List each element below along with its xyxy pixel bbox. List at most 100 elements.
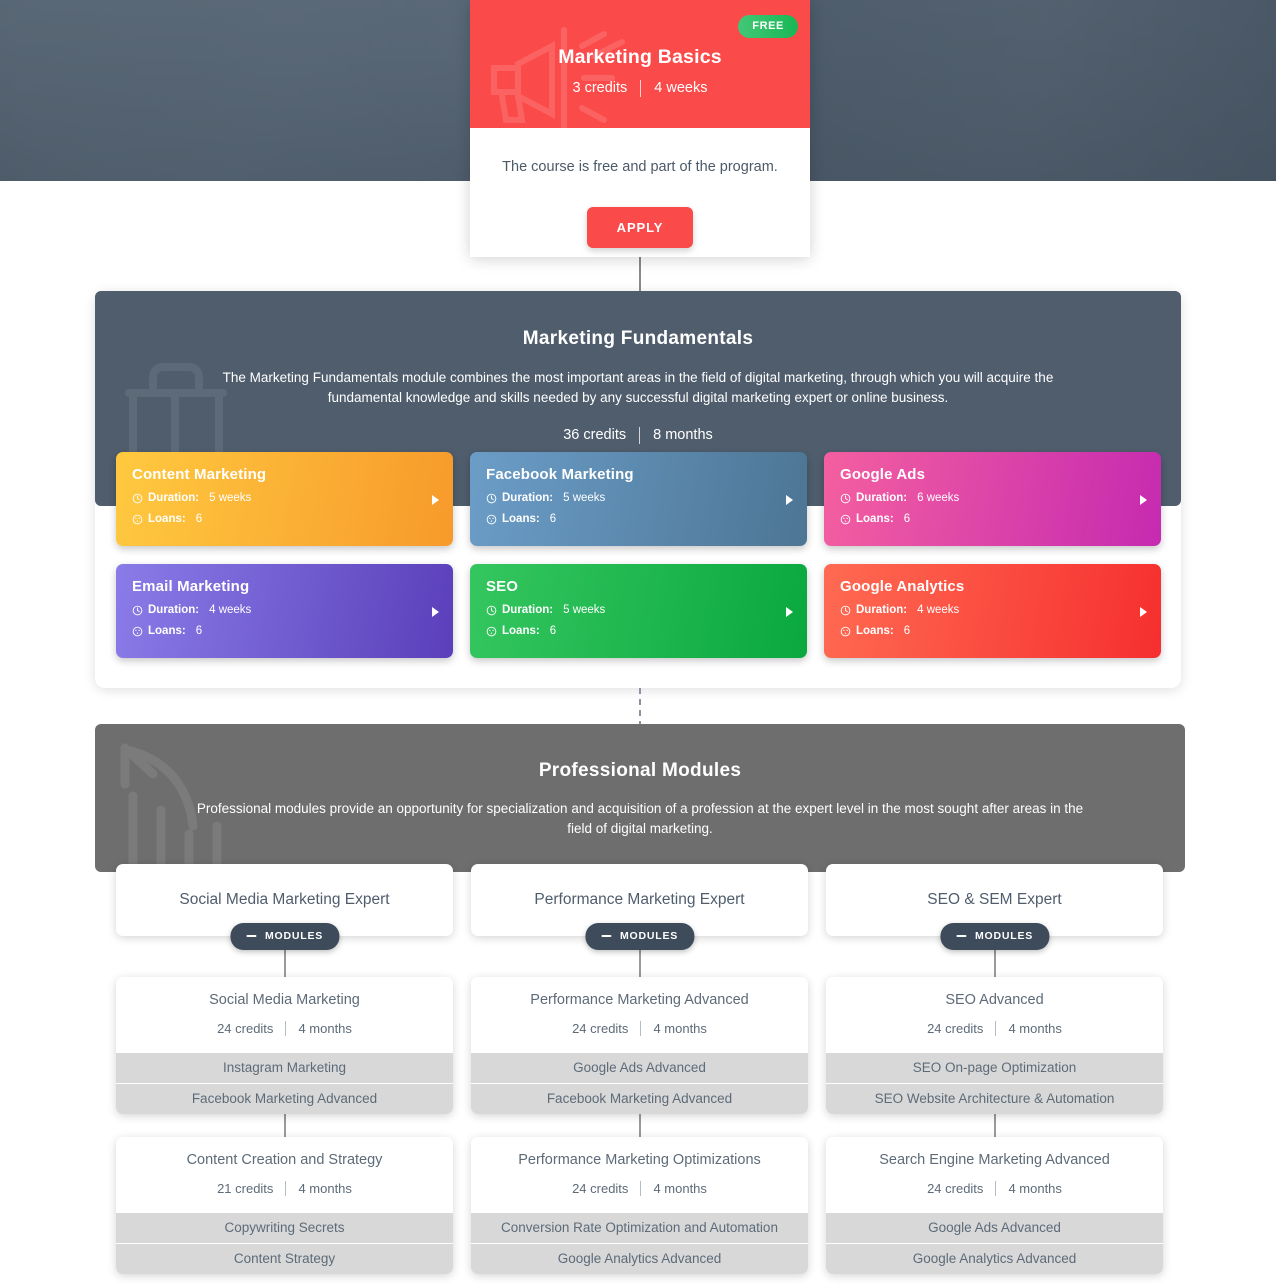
module-course-item[interactable]: Google Analytics Advanced [826, 1243, 1163, 1274]
modules-badge-label: MODULES [264, 930, 324, 942]
minus-icon [955, 935, 966, 937]
module-card-header[interactable]: SEO Advanced 24 credits 4 months [826, 977, 1163, 1052]
module-duration: 4 months [298, 1181, 352, 1196]
marketing-basics-card[interactable]: FREE Marketing Basics 3 credits 4 weeks … [470, 0, 810, 257]
module-card-header[interactable]: Performance Marketing Advanced 24 credit… [471, 977, 808, 1052]
meta-divider [995, 1021, 997, 1036]
module-course-item[interactable]: Google Ads Advanced [826, 1212, 1163, 1243]
course-card-body: The course is free and part of the progr… [470, 128, 810, 248]
module-course-item[interactable]: Content Strategy [116, 1243, 453, 1274]
module-duration: 4 months [653, 1181, 707, 1196]
fundamentals-description: The Marketing Fundamentals module combin… [222, 370, 1054, 405]
expert-title: Performance Marketing Expert [534, 891, 745, 908]
meta-divider [640, 79, 642, 97]
loans-label: Loans: [856, 625, 894, 637]
module-meta: 24 credits 4 months [836, 1181, 1153, 1196]
professional-columns: Social Media Marketing Expert MODULES So… [116, 864, 1164, 1274]
course-card-loans-row: Loans: 6 [486, 513, 791, 525]
course-card-content-marketing[interactable]: Content Marketing Duration: 5 weeks Loan… [116, 452, 453, 546]
module-course-item[interactable]: SEO Website Architecture & Automation [826, 1083, 1163, 1114]
clock-icon [132, 605, 143, 615]
module-card-header[interactable]: Social Media Marketing 24 credits 4 mont… [116, 977, 453, 1052]
apply-button[interactable]: APPLY [586, 206, 694, 248]
connector-fundamentals-to-professional [639, 688, 641, 724]
module-course-item[interactable]: Facebook Marketing Advanced [116, 1083, 453, 1114]
module-course-item[interactable]: Google Analytics Advanced [471, 1243, 808, 1274]
meta-divider [640, 1181, 642, 1196]
course-card-title: Google Analytics [840, 578, 965, 595]
module-course-item[interactable]: SEO On-page Optimization [826, 1052, 1163, 1083]
loans-value: 6 [549, 513, 557, 525]
course-card-duration-row: Duration: 4 weeks [840, 604, 1145, 616]
module-course-item[interactable]: Conversion Rate Optimization and Automat… [471, 1212, 808, 1243]
course-card-loans-row: Loans: 6 [486, 625, 791, 637]
professional-modules-header: Professional Modules Professional module… [95, 724, 1185, 872]
duration-value: 5 weeks [563, 492, 606, 504]
module-name: Performance Marketing Optimizations [518, 1152, 761, 1168]
loans-value: 6 [903, 513, 911, 525]
meta-divider [640, 1021, 642, 1036]
course-card-title: Content Marketing [132, 466, 267, 483]
loans-icon [486, 626, 497, 636]
chevron-right-icon[interactable] [1140, 495, 1147, 505]
module-card-header[interactable]: Search Engine Marketing Advanced 24 cred… [826, 1137, 1163, 1212]
module-credits: 24 credits [572, 1181, 629, 1196]
duration-value: 6 weeks [917, 492, 960, 504]
modules-toggle-badge[interactable]: MODULES [939, 923, 1050, 950]
duration-label: Duration: [856, 604, 908, 616]
module-meta: 21 credits 4 months [126, 1181, 443, 1196]
fundamentals-title: Marketing Fundamentals [522, 328, 754, 349]
module-name: Performance Marketing Advanced [530, 992, 749, 1008]
modules-toggle-badge[interactable]: MODULES [584, 923, 695, 950]
chevron-right-icon[interactable] [786, 495, 793, 505]
course-card-duration-row: Duration: 4 weeks [132, 604, 437, 616]
module-meta: 24 credits 4 months [126, 1021, 443, 1036]
module-card-header[interactable]: Performance Marketing Optimizations 24 c… [471, 1137, 808, 1212]
fundamentals-course-grid: Content Marketing Duration: 5 weeks Loan… [116, 452, 1162, 658]
megaphone-icon [491, 27, 625, 128]
course-card-duration-row: Duration: 5 weeks [132, 492, 437, 504]
chevron-right-icon[interactable] [432, 607, 439, 617]
module-name: SEO Advanced [945, 992, 1044, 1008]
chevron-right-icon[interactable] [432, 495, 439, 505]
course-card-google-analytics[interactable]: Google Analytics Duration: 4 weeks Loans… [824, 564, 1161, 658]
module-course-item[interactable]: Copywriting Secrets [116, 1212, 453, 1243]
module-meta: 24 credits 4 months [481, 1021, 798, 1036]
loans-label: Loans: [148, 513, 186, 525]
clock-icon [486, 493, 497, 503]
course-card-email-marketing[interactable]: Email Marketing Duration: 4 weeks Loans:… [116, 564, 453, 658]
course-card-facebook-marketing[interactable]: Facebook Marketing Duration: 5 weeks Loa… [470, 452, 807, 546]
expert-column-performance-marketing: Performance Marketing Expert MODULES Per… [471, 864, 808, 1274]
clock-icon [486, 605, 497, 615]
loans-icon [132, 626, 143, 636]
chevron-right-icon[interactable] [1140, 607, 1147, 617]
meta-divider [639, 426, 641, 444]
duration-label: Duration: [856, 492, 908, 504]
module-duration: 4 months [298, 1021, 352, 1036]
course-card-title: Google Ads [840, 466, 926, 483]
course-card-header: FREE Marketing Basics 3 credits 4 weeks [470, 0, 810, 128]
module-credits: 24 credits [927, 1021, 984, 1036]
meta-divider [285, 1181, 287, 1196]
loans-label: Loans: [856, 513, 894, 525]
module-meta: 24 credits 4 months [481, 1181, 798, 1196]
modules-toggle-badge[interactable]: MODULES [229, 923, 340, 950]
loans-value: 6 [195, 513, 203, 525]
course-card-title: Facebook Marketing [486, 466, 634, 483]
free-badge: FREE [738, 15, 798, 38]
chevron-right-icon[interactable] [786, 607, 793, 617]
clock-icon [132, 493, 143, 503]
program-curriculum-page: FREE Marketing Basics 3 credits 4 weeks … [0, 0, 1276, 1284]
duration-label: Duration: [502, 492, 554, 504]
course-card-google-ads[interactable]: Google Ads Duration: 6 weeks Loans: 6 [824, 452, 1161, 546]
duration-value: 5 weeks [209, 492, 252, 504]
module-course-item[interactable]: Instagram Marketing [116, 1052, 453, 1083]
course-card-duration-row: Duration: 6 weeks [840, 492, 1145, 504]
module-course-item[interactable]: Google Ads Advanced [471, 1052, 808, 1083]
module-card-header[interactable]: Content Creation and Strategy 21 credits… [116, 1137, 453, 1212]
course-card-title: SEO [486, 578, 519, 595]
duration-label: Duration: [148, 492, 200, 504]
module-course-item[interactable]: Facebook Marketing Advanced [471, 1083, 808, 1114]
course-card-seo[interactable]: SEO Duration: 5 weeks Loans: 6 [470, 564, 807, 658]
module-duration: 4 months [1008, 1181, 1062, 1196]
